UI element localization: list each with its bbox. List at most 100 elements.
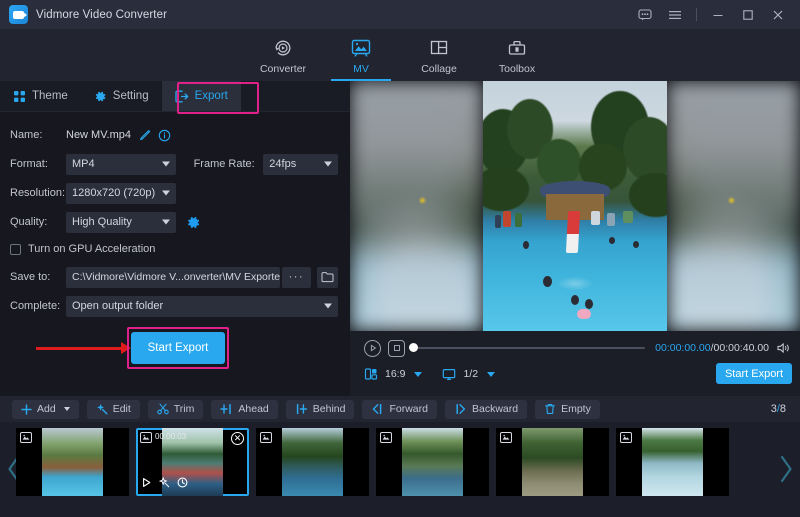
- framerate-select[interactable]: 24fps: [263, 154, 338, 175]
- clip-item-6[interactable]: [616, 428, 729, 496]
- quality-select[interactable]: High Quality: [66, 212, 176, 233]
- clip-item-2[interactable]: 00:00:03 ✕: [136, 428, 249, 496]
- zoom-chevron-down-icon[interactable]: [487, 372, 495, 377]
- framerate-label: Frame Rate:: [194, 158, 264, 170]
- form-row-format: Format: MP4 Frame Rate: 24fps: [10, 151, 338, 177]
- nav-tab-mv[interactable]: MV: [322, 29, 400, 81]
- nav-tab-toolbox[interactable]: Toolbox: [478, 29, 556, 81]
- clip-item-5[interactable]: [496, 428, 609, 496]
- clip-toolbar: Add Edit Trim Ahead Behind: [0, 396, 800, 422]
- edit-button[interactable]: Edit: [87, 400, 140, 419]
- gpu-checkbox[interactable]: [10, 244, 21, 255]
- forward-button[interactable]: Forward: [362, 400, 437, 419]
- play-icon[interactable]: [364, 340, 381, 357]
- ahead-label: Ahead: [238, 403, 268, 415]
- volume-icon[interactable]: [777, 342, 791, 354]
- gpu-acceleration-row[interactable]: Turn on GPU Acceleration: [10, 238, 338, 260]
- clip-item-4[interactable]: [376, 428, 489, 496]
- name-value: New MV.mp4: [66, 129, 131, 141]
- feedback-icon[interactable]: [631, 0, 659, 29]
- close-icon[interactable]: [764, 0, 792, 29]
- start-export-button[interactable]: Start Export: [131, 332, 225, 364]
- backward-button[interactable]: Backward: [445, 400, 527, 419]
- browse-button[interactable]: ···: [282, 267, 311, 288]
- forward-label: Forward: [389, 403, 428, 415]
- app-title: Vidmore Video Converter: [36, 9, 167, 21]
- nav-tab-converter[interactable]: Converter: [244, 29, 322, 81]
- empty-label: Empty: [561, 403, 591, 415]
- nav-tab-collage[interactable]: Collage: [400, 29, 478, 81]
- total-time: 00:00:40.00: [714, 342, 769, 354]
- clip-counter: 3/8: [771, 403, 786, 415]
- nav-label-collage: Collage: [421, 63, 457, 75]
- stop-icon[interactable]: [388, 340, 405, 357]
- tab-export[interactable]: Export: [162, 81, 241, 111]
- converter-icon: [273, 36, 293, 60]
- seek-bar[interactable]: [413, 347, 645, 349]
- move-forward-icon: [371, 403, 384, 415]
- chevron-down-icon: [162, 162, 170, 167]
- seek-handle[interactable]: [409, 343, 418, 352]
- preview-blur-left: [350, 81, 483, 331]
- aspect-chevron-down-icon[interactable]: [414, 372, 422, 377]
- clip-thumbnail: [522, 428, 583, 496]
- resolution-select[interactable]: 1280x720 (720p): [66, 183, 176, 204]
- empty-button[interactable]: Empty: [535, 400, 600, 419]
- image-icon: [620, 432, 632, 443]
- clip-tools: [141, 477, 188, 491]
- backward-label: Backward: [472, 403, 518, 415]
- complete-value: Open output folder: [72, 300, 163, 312]
- monitor-icon[interactable]: [442, 368, 456, 381]
- zoom-value: 1/2: [463, 368, 478, 380]
- magic-wand-icon[interactable]: [159, 477, 170, 491]
- trim-label: Trim: [174, 403, 195, 415]
- maximize-icon[interactable]: [734, 0, 762, 29]
- filmstrip: 00:00:03 ✕: [0, 422, 800, 517]
- info-icon[interactable]: [158, 129, 171, 142]
- edit-label: Edit: [113, 403, 131, 415]
- main-nav: Converter MV Collage Toolbox: [0, 29, 800, 81]
- clip-thumbnail: [402, 428, 463, 496]
- folder-icon[interactable]: [317, 267, 338, 288]
- resolution-value: 1280x720 (720p): [72, 187, 155, 199]
- add-chevron-down-icon[interactable]: [64, 407, 70, 411]
- preview-waterslide: [566, 211, 580, 253]
- clip-thumbnail: [642, 428, 703, 496]
- complete-select[interactable]: Open output folder: [66, 296, 338, 317]
- format-select[interactable]: MP4: [66, 154, 176, 175]
- clip-duration: 00:00:03: [155, 432, 186, 441]
- controls-divider: [696, 8, 697, 21]
- preview-bokeh-right: [729, 198, 734, 203]
- gear-icon: [94, 90, 107, 103]
- saveto-value: C:\Vidmore\Vidmore V...onverter\MV Expor…: [72, 271, 280, 283]
- clip-list: 00:00:03 ✕: [16, 428, 784, 502]
- ahead-button[interactable]: Ahead: [211, 400, 277, 419]
- play-icon[interactable]: [141, 477, 152, 491]
- clip-item-3[interactable]: [256, 428, 369, 496]
- tab-theme[interactable]: Theme: [0, 81, 81, 111]
- add-button[interactable]: Add: [12, 400, 79, 419]
- clip-item-1[interactable]: [16, 428, 129, 496]
- trim-button[interactable]: Trim: [148, 400, 204, 419]
- nav-label-converter: Converter: [260, 63, 306, 75]
- menu-icon[interactable]: [661, 0, 689, 29]
- framerate-value: 24fps: [269, 158, 296, 170]
- clip-remove-button[interactable]: ✕: [231, 432, 244, 445]
- player-options-row: 16:9 1/2 Start Export: [350, 361, 800, 387]
- pencil-icon[interactable]: [138, 129, 151, 142]
- resolution-label: Resolution:: [10, 187, 66, 199]
- plus-icon: [21, 404, 32, 415]
- minimize-icon[interactable]: [704, 0, 732, 29]
- behind-button[interactable]: Behind: [286, 400, 355, 419]
- aspect-ratio-icon[interactable]: [364, 367, 378, 381]
- gear-icon[interactable]: [186, 215, 201, 230]
- video-preview[interactable]: [350, 81, 800, 331]
- form-row-saveto: Save to: C:\Vidmore\Vidmore V...onverter…: [10, 264, 338, 290]
- preview-bokeh-left: [420, 198, 425, 203]
- clock-icon[interactable]: [177, 477, 188, 491]
- player-start-export-button[interactable]: Start Export: [716, 363, 792, 384]
- saveto-path-input[interactable]: C:\Vidmore\Vidmore V...onverter\MV Expor…: [66, 267, 280, 288]
- tab-setting-label: Setting: [113, 90, 149, 102]
- image-icon: [380, 432, 392, 443]
- tab-setting[interactable]: Setting: [81, 81, 162, 111]
